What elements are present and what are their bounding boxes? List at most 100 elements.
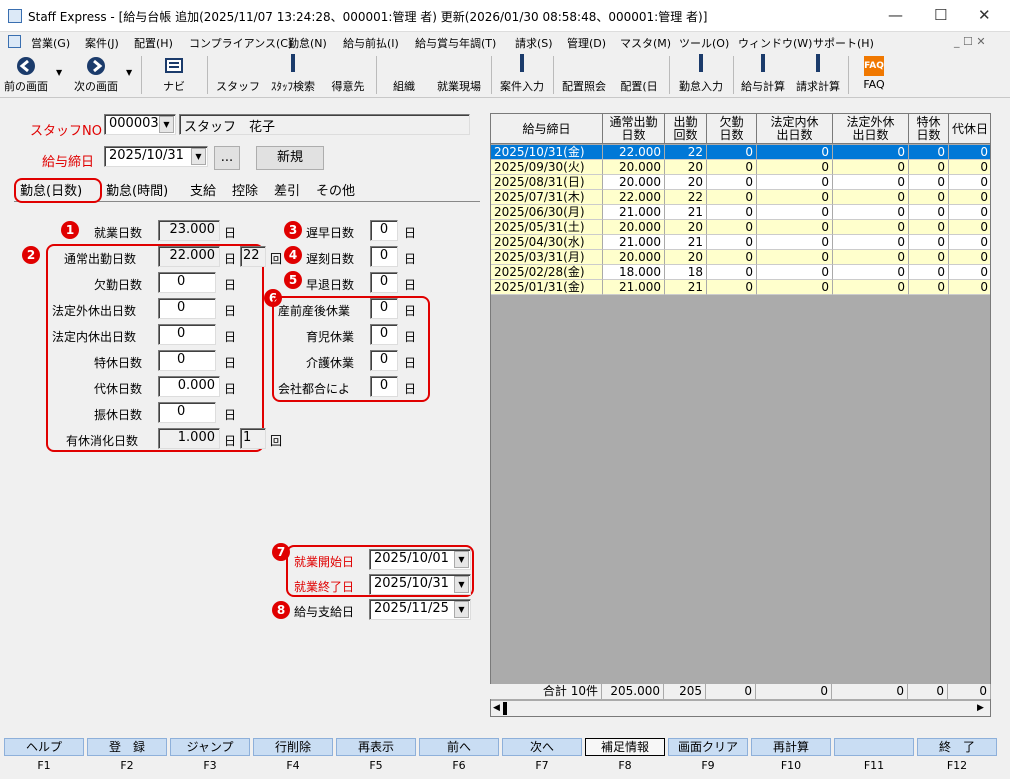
grid-header[interactable]: 代休日: [949, 114, 990, 144]
menu-admin[interactable]: 管理(D): [567, 35, 606, 51]
menu-tools[interactable]: ツール(O): [679, 35, 729, 51]
fkey-button-f2[interactable]: 登 録: [87, 738, 167, 756]
table-cell[interactable]: 18: [665, 265, 707, 280]
table-cell[interactable]: 0: [757, 250, 833, 265]
table-cell[interactable]: 2025/01/31(金): [491, 280, 603, 295]
special-field[interactable]: 0: [158, 350, 216, 371]
table-cell[interactable]: 0: [833, 235, 909, 250]
table-cell[interactable]: 21: [665, 235, 707, 250]
table-cell[interactable]: 0: [757, 205, 833, 220]
maternity-field[interactable]: 0: [370, 298, 398, 319]
faq-button[interactable]: FAQ FAQ: [856, 54, 892, 96]
table-row[interactable]: 2025/03/31(月) 20.000 20 0 0 0 0 0: [491, 250, 990, 265]
site-button[interactable]: 就業現場: [432, 54, 486, 96]
table-cell[interactable]: 0: [757, 190, 833, 205]
table-cell[interactable]: 18.000: [603, 265, 665, 280]
menu-master[interactable]: マスタ(M): [620, 35, 671, 51]
table-cell[interactable]: 0: [707, 145, 757, 160]
scroll-left-icon[interactable]: ◀: [493, 703, 500, 713]
table-cell[interactable]: 0: [909, 235, 949, 250]
chevron-down-icon[interactable]: ▼: [191, 148, 206, 165]
table-cell[interactable]: 0: [909, 175, 949, 190]
menu-window[interactable]: ウィンドウ(W): [738, 35, 812, 51]
table-cell[interactable]: 0: [707, 250, 757, 265]
company-reason-field[interactable]: 0: [370, 376, 398, 397]
compensatory-field[interactable]: 0.000: [158, 376, 220, 397]
grid-header[interactable]: 特休 日数: [909, 114, 949, 144]
table-cell[interactable]: 0: [757, 235, 833, 250]
childcare-field[interactable]: 0: [370, 324, 398, 345]
table-cell[interactable]: 0: [707, 280, 757, 295]
menu-case[interactable]: 案件(J): [85, 35, 119, 51]
table-row[interactable]: 2025/01/31(金) 21.000 21 0 0 0 0 0: [491, 280, 990, 295]
fkey-button-f9[interactable]: 画面クリア: [668, 738, 748, 756]
table-cell[interactable]: 0: [949, 250, 990, 265]
table-row[interactable]: 2025/07/31(木) 22.000 22 0 0 0 0 0: [491, 190, 990, 205]
table-cell[interactable]: 0: [949, 235, 990, 250]
table-cell[interactable]: 20.000: [603, 250, 665, 265]
table-cell[interactable]: 0: [909, 190, 949, 205]
staff-button[interactable]: スタッフ: [216, 54, 260, 96]
fkey-button-f6[interactable]: 前へ: [419, 738, 499, 756]
grid-header[interactable]: 法定外休 出日数: [833, 114, 909, 144]
table-cell[interactable]: 20: [665, 175, 707, 190]
table-row[interactable]: 2025/08/31(日) 20.000 20 0 0 0 0 0: [491, 175, 990, 190]
table-cell[interactable]: 0: [949, 280, 990, 295]
table-cell[interactable]: 0: [909, 160, 949, 175]
table-row[interactable]: 2025/02/28(金) 18.000 18 0 0 0 0 0: [491, 265, 990, 280]
pay-close-browse-button[interactable]: ...: [214, 146, 240, 170]
table-cell[interactable]: 22.000: [603, 145, 665, 160]
chevron-down-icon[interactable]: ▼: [454, 551, 469, 568]
table-row[interactable]: 2025/06/30(月) 21.000 21 0 0 0 0 0: [491, 205, 990, 220]
maximize-button[interactable]: ☐: [934, 6, 947, 24]
fkey-button-f7[interactable]: 次へ: [502, 738, 582, 756]
substitute-field[interactable]: 0: [158, 402, 216, 423]
table-cell[interactable]: 0: [757, 220, 833, 235]
horizontal-scrollbar[interactable]: ◀ ▶: [491, 700, 990, 716]
attendance-input-button[interactable]: 勤怠入力: [674, 54, 728, 96]
table-cell[interactable]: 0: [833, 205, 909, 220]
table-cell[interactable]: 0: [949, 145, 990, 160]
table-cell[interactable]: 0: [707, 190, 757, 205]
menu-support[interactable]: サポート(H): [813, 35, 874, 51]
table-cell[interactable]: 0: [909, 265, 949, 280]
leave-early-field[interactable]: 0: [370, 272, 398, 293]
nursing-field[interactable]: 0: [370, 350, 398, 371]
table-cell[interactable]: 20: [665, 220, 707, 235]
table-cell[interactable]: 0: [707, 205, 757, 220]
table-row[interactable]: 2025/09/30(火) 20.000 20 0 0 0 0 0: [491, 160, 990, 175]
org-button[interactable]: 組織: [382, 54, 426, 96]
table-cell[interactable]: 21.000: [603, 235, 665, 250]
next-button[interactable]: 次の画面: [70, 54, 122, 96]
legal-in-field[interactable]: 0: [158, 324, 216, 345]
table-cell[interactable]: 20.000: [603, 160, 665, 175]
table-cell[interactable]: 0: [757, 280, 833, 295]
table-cell[interactable]: 21: [665, 205, 707, 220]
assign-inquiry-button[interactable]: 配置照会: [558, 54, 610, 96]
grid-header[interactable]: 通常出勤 日数: [603, 114, 665, 144]
table-cell[interactable]: 21.000: [603, 280, 665, 295]
table-cell[interactable]: 2025/10/31(金): [491, 145, 603, 160]
fkey-button-f8[interactable]: 補足情報: [585, 738, 665, 756]
table-cell[interactable]: 22: [665, 145, 707, 160]
table-cell[interactable]: 0: [833, 265, 909, 280]
tab-net[interactable]: 差引: [274, 180, 300, 199]
table-cell[interactable]: 0: [909, 220, 949, 235]
table-cell[interactable]: 22: [665, 190, 707, 205]
table-cell[interactable]: 2025/04/30(水): [491, 235, 603, 250]
table-cell[interactable]: 0: [757, 265, 833, 280]
back-dropdown-icon[interactable]: ▼: [56, 68, 62, 77]
minimize-button[interactable]: —: [888, 6, 903, 24]
table-cell[interactable]: 0: [707, 235, 757, 250]
table-cell[interactable]: 0: [707, 175, 757, 190]
next-dropdown-icon[interactable]: ▼: [126, 68, 132, 77]
tab-deduction[interactable]: 控除: [232, 180, 258, 199]
fkey-button-f5[interactable]: 再表示: [336, 738, 416, 756]
case-input-button[interactable]: 案件入力: [496, 54, 548, 96]
table-cell[interactable]: 21: [665, 280, 707, 295]
payroll-calc-button[interactable]: 給与計算: [737, 54, 789, 96]
table-cell[interactable]: 0: [707, 160, 757, 175]
fkey-button-f1[interactable]: ヘルプ: [4, 738, 84, 756]
table-row[interactable]: 2025/05/31(土) 20.000 20 0 0 0 0 0: [491, 220, 990, 235]
table-cell[interactable]: 0: [949, 220, 990, 235]
